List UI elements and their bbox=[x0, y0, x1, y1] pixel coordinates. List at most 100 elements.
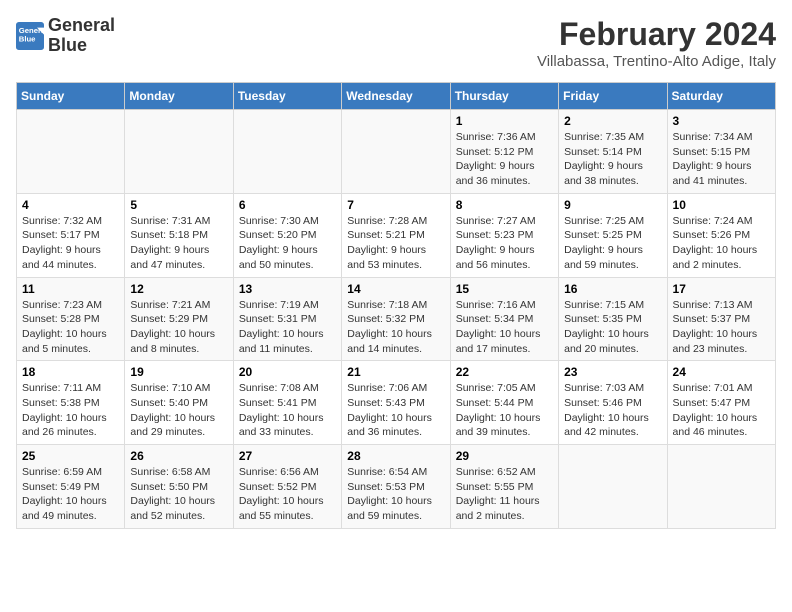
calendar-cell: 8 Sunrise: 7:27 AM Sunset: 5:23 PM Daylig… bbox=[450, 193, 558, 277]
day-number: 13 bbox=[239, 282, 336, 296]
main-title: February 2024 bbox=[537, 16, 776, 53]
calendar-cell: 17 Sunrise: 7:13 AM Sunset: 5:37 PM Dayli… bbox=[667, 277, 775, 361]
calendar-cell: 16 Sunrise: 7:15 AM Sunset: 5:35 PM Dayli… bbox=[559, 277, 667, 361]
calendar-cell: 4 Sunrise: 7:32 AM Sunset: 5:17 PM Daylig… bbox=[17, 193, 125, 277]
calendar-cell: 1Sunrise: 7:36 AM Sunset: 5:12 PM Daylig… bbox=[450, 110, 558, 194]
calendar-cell: 9Sunrise: 7:25 AM Sunset: 5:25 PM Daylig… bbox=[559, 193, 667, 277]
calendar-cell: 25 Sunrise: 6:59 AM Sunset: 5:49 PM Dayli… bbox=[17, 445, 125, 529]
day-info: Sunrise: 7:23 AM Sunset: 5:28 PM Dayligh… bbox=[22, 298, 119, 357]
calendar-cell: 21 Sunrise: 7:06 AM Sunset: 5:43 PM Dayli… bbox=[342, 361, 450, 445]
day-info: Sunrise: 6:59 AM Sunset: 5:49 PM Dayligh… bbox=[22, 465, 119, 524]
day-number: 18 bbox=[22, 365, 119, 379]
day-number: 14 bbox=[347, 282, 444, 296]
calendar-cell: 14Sunrise: 7:18 AM Sunset: 5:32 PM Dayli… bbox=[342, 277, 450, 361]
day-number: 26 bbox=[130, 449, 227, 463]
day-info: Sunrise: 7:25 AM Sunset: 5:25 PM Dayligh… bbox=[564, 214, 661, 273]
day-number: 27 bbox=[239, 449, 336, 463]
day-number: 17 bbox=[673, 282, 770, 296]
day-header-saturday: Saturday bbox=[667, 83, 775, 110]
day-info: Sunrise: 7:36 AM Sunset: 5:12 PM Dayligh… bbox=[456, 130, 553, 189]
day-info: Sunrise: 7:03 AM Sunset: 5:46 PM Dayligh… bbox=[564, 381, 661, 440]
day-header-tuesday: Tuesday bbox=[233, 83, 341, 110]
day-header-monday: Monday bbox=[125, 83, 233, 110]
day-number: 24 bbox=[673, 365, 770, 379]
calendar-header-row: SundayMondayTuesdayWednesdayThursdayFrid… bbox=[17, 83, 776, 110]
calendar-week-1: 1Sunrise: 7:36 AM Sunset: 5:12 PM Daylig… bbox=[17, 110, 776, 194]
calendar-cell: 24 Sunrise: 7:01 AM Sunset: 5:47 PM Dayli… bbox=[667, 361, 775, 445]
calendar-week-4: 18 Sunrise: 7:11 AM Sunset: 5:38 PM Dayli… bbox=[17, 361, 776, 445]
day-number: 4 bbox=[22, 198, 119, 212]
calendar-cell bbox=[125, 110, 233, 194]
calendar-cell bbox=[667, 445, 775, 529]
day-info: Sunrise: 7:21 AM Sunset: 5:29 PM Dayligh… bbox=[130, 298, 227, 357]
day-info: Sunrise: 7:10 AM Sunset: 5:40 PM Dayligh… bbox=[130, 381, 227, 440]
day-number: 5 bbox=[130, 198, 227, 212]
svg-text:Blue: Blue bbox=[19, 34, 36, 43]
day-header-thursday: Thursday bbox=[450, 83, 558, 110]
calendar-cell: 3Sunrise: 7:34 AM Sunset: 5:15 PM Daylig… bbox=[667, 110, 775, 194]
calendar-cell: 11Sunrise: 7:23 AM Sunset: 5:28 PM Dayli… bbox=[17, 277, 125, 361]
day-number: 25 bbox=[22, 449, 119, 463]
day-number: 15 bbox=[456, 282, 553, 296]
calendar-cell bbox=[559, 445, 667, 529]
calendar-cell: 12 Sunrise: 7:21 AM Sunset: 5:29 PM Dayli… bbox=[125, 277, 233, 361]
day-info: Sunrise: 7:16 AM Sunset: 5:34 PM Dayligh… bbox=[456, 298, 553, 357]
day-info: Sunrise: 7:19 AM Sunset: 5:31 PM Dayligh… bbox=[239, 298, 336, 357]
day-info: Sunrise: 7:08 AM Sunset: 5:41 PM Dayligh… bbox=[239, 381, 336, 440]
day-number: 28 bbox=[347, 449, 444, 463]
calendar-cell: 5 Sunrise: 7:31 AM Sunset: 5:18 PM Daylig… bbox=[125, 193, 233, 277]
day-info: Sunrise: 7:13 AM Sunset: 5:37 PM Dayligh… bbox=[673, 298, 770, 357]
day-header-wednesday: Wednesday bbox=[342, 83, 450, 110]
day-info: Sunrise: 7:15 AM Sunset: 5:35 PM Dayligh… bbox=[564, 298, 661, 357]
day-info: Sunrise: 7:11 AM Sunset: 5:38 PM Dayligh… bbox=[22, 381, 119, 440]
calendar-cell: 10 Sunrise: 7:24 AM Sunset: 5:26 PM Dayli… bbox=[667, 193, 775, 277]
day-info: Sunrise: 7:31 AM Sunset: 5:18 PM Dayligh… bbox=[130, 214, 227, 273]
calendar-cell: 26 Sunrise: 6:58 AM Sunset: 5:50 PM Dayli… bbox=[125, 445, 233, 529]
title-section: February 2024 Villabassa, Trentino-Alto … bbox=[537, 16, 776, 70]
day-number: 10 bbox=[673, 198, 770, 212]
day-info: Sunrise: 7:32 AM Sunset: 5:17 PM Dayligh… bbox=[22, 214, 119, 273]
day-number: 12 bbox=[130, 282, 227, 296]
calendar-cell: 29Sunrise: 6:52 AM Sunset: 5:55 PM Dayli… bbox=[450, 445, 558, 529]
day-info: Sunrise: 6:54 AM Sunset: 5:53 PM Dayligh… bbox=[347, 465, 444, 524]
calendar-cell bbox=[233, 110, 341, 194]
day-info: Sunrise: 7:01 AM Sunset: 5:47 PM Dayligh… bbox=[673, 381, 770, 440]
day-number: 20 bbox=[239, 365, 336, 379]
day-number: 7 bbox=[347, 198, 444, 212]
day-info: Sunrise: 6:52 AM Sunset: 5:55 PM Dayligh… bbox=[456, 465, 553, 524]
day-number: 16 bbox=[564, 282, 661, 296]
page-header: General Blue General Blue February 2024 … bbox=[16, 16, 776, 70]
calendar-cell: 27 Sunrise: 6:56 AM Sunset: 5:52 PM Dayli… bbox=[233, 445, 341, 529]
day-info: Sunrise: 7:05 AM Sunset: 5:44 PM Dayligh… bbox=[456, 381, 553, 440]
day-info: Sunrise: 7:28 AM Sunset: 5:21 PM Dayligh… bbox=[347, 214, 444, 273]
calendar-cell: 6 Sunrise: 7:30 AM Sunset: 5:20 PM Daylig… bbox=[233, 193, 341, 277]
day-info: Sunrise: 7:30 AM Sunset: 5:20 PM Dayligh… bbox=[239, 214, 336, 273]
day-info: Sunrise: 7:06 AM Sunset: 5:43 PM Dayligh… bbox=[347, 381, 444, 440]
day-header-friday: Friday bbox=[559, 83, 667, 110]
calendar-cell: 20 Sunrise: 7:08 AM Sunset: 5:41 PM Dayli… bbox=[233, 361, 341, 445]
day-number: 3 bbox=[673, 114, 770, 128]
calendar-cell bbox=[17, 110, 125, 194]
day-number: 8 bbox=[456, 198, 553, 212]
calendar-cell: 2Sunrise: 7:35 AM Sunset: 5:14 PM Daylig… bbox=[559, 110, 667, 194]
calendar-cell: 19 Sunrise: 7:10 AM Sunset: 5:40 PM Dayli… bbox=[125, 361, 233, 445]
calendar-cell bbox=[342, 110, 450, 194]
day-number: 2 bbox=[564, 114, 661, 128]
day-number: 6 bbox=[239, 198, 336, 212]
calendar-cell: 13 Sunrise: 7:19 AM Sunset: 5:31 PM Dayli… bbox=[233, 277, 341, 361]
day-info: Sunrise: 6:58 AM Sunset: 5:50 PM Dayligh… bbox=[130, 465, 227, 524]
calendar-cell: 22Sunrise: 7:05 AM Sunset: 5:44 PM Dayli… bbox=[450, 361, 558, 445]
calendar-week-5: 25 Sunrise: 6:59 AM Sunset: 5:49 PM Dayli… bbox=[17, 445, 776, 529]
calendar-cell: 7 Sunrise: 7:28 AM Sunset: 5:21 PM Daylig… bbox=[342, 193, 450, 277]
logo-icon: General Blue bbox=[16, 22, 44, 50]
day-info: Sunrise: 6:56 AM Sunset: 5:52 PM Dayligh… bbox=[239, 465, 336, 524]
calendar-table: SundayMondayTuesdayWednesdayThursdayFrid… bbox=[16, 82, 776, 529]
calendar-cell: 23Sunrise: 7:03 AM Sunset: 5:46 PM Dayli… bbox=[559, 361, 667, 445]
logo-text: General Blue bbox=[48, 16, 115, 56]
day-number: 19 bbox=[130, 365, 227, 379]
day-number: 21 bbox=[347, 365, 444, 379]
calendar-cell: 18 Sunrise: 7:11 AM Sunset: 5:38 PM Dayli… bbox=[17, 361, 125, 445]
day-info: Sunrise: 7:24 AM Sunset: 5:26 PM Dayligh… bbox=[673, 214, 770, 273]
day-info: Sunrise: 7:27 AM Sunset: 5:23 PM Dayligh… bbox=[456, 214, 553, 273]
calendar-cell: 15 Sunrise: 7:16 AM Sunset: 5:34 PM Dayli… bbox=[450, 277, 558, 361]
